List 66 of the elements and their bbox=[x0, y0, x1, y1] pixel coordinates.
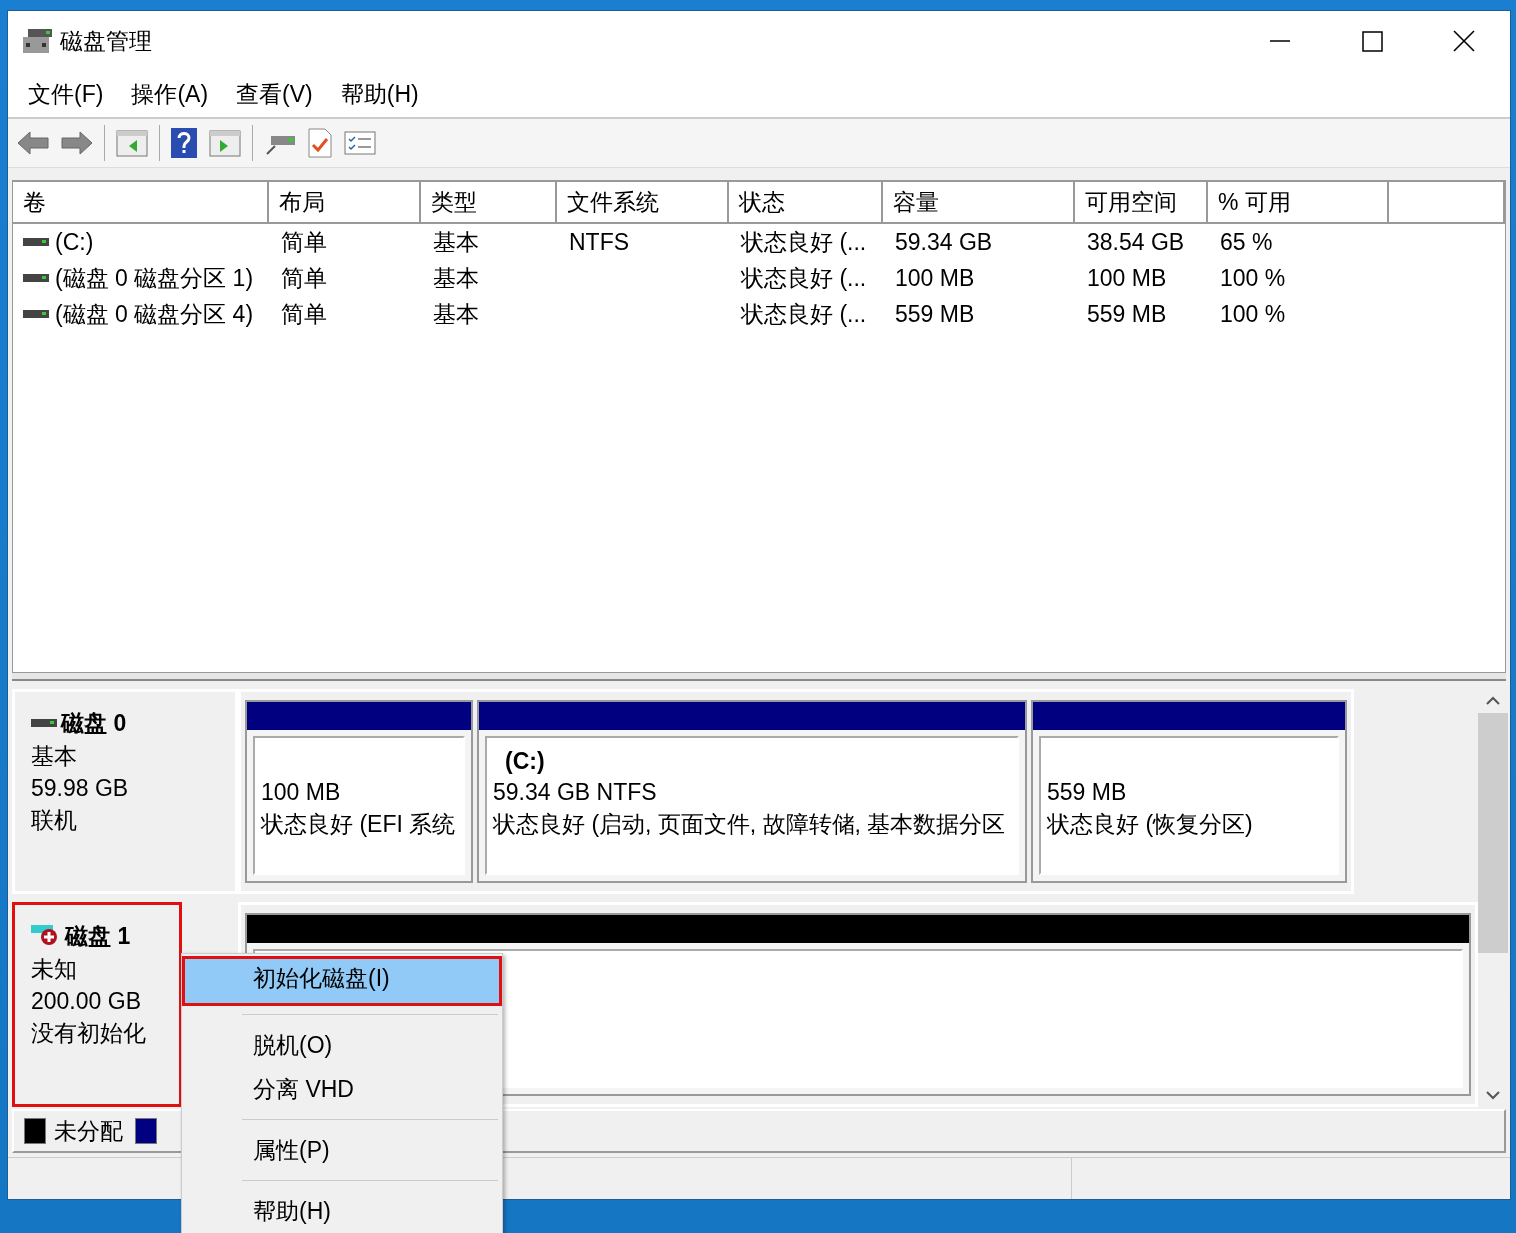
panel-icon[interactable] bbox=[208, 128, 242, 158]
table-cell-text: 简单 bbox=[281, 299, 327, 329]
disk-name: 磁盘 0 bbox=[61, 708, 127, 738]
partition-status: 状态良好 (EFI 系统 bbox=[261, 810, 457, 839]
panel-icon[interactable] bbox=[115, 128, 149, 158]
window-title: 磁盘管理 bbox=[60, 26, 152, 56]
back-arrow-icon[interactable] bbox=[16, 128, 50, 158]
disk-info-panel[interactable]: 磁盘 1 未知 200.00 GB 没有初始化 bbox=[12, 902, 182, 1107]
disk-type: 未知 bbox=[31, 955, 78, 984]
drive-icon bbox=[31, 717, 57, 729]
table-cell: 559 MB bbox=[1087, 300, 1167, 328]
table-cell-text: 基本 bbox=[433, 227, 479, 257]
menu-item[interactable]: 操作(A) bbox=[123, 78, 217, 110]
menu-item[interactable]: 帮助(H) bbox=[332, 78, 427, 110]
drive-icon bbox=[22, 28, 54, 54]
partition-size: 100 MB bbox=[261, 778, 342, 807]
table-cell: 38.54 GB bbox=[1087, 228, 1185, 256]
menu-item[interactable]: 文件(F) bbox=[20, 78, 112, 110]
menu-item[interactable]: 查看(V) bbox=[228, 78, 321, 110]
checked-document-icon[interactable] bbox=[307, 127, 333, 159]
table-cell: NTFS bbox=[569, 228, 630, 256]
partition-size: 559 MB bbox=[1047, 778, 1128, 807]
table-cell: 559 MB bbox=[895, 300, 975, 328]
checklist-icon[interactable] bbox=[343, 128, 377, 158]
context-menu-item[interactable]: 脱机(O) bbox=[185, 1023, 499, 1067]
table-cell: 65 % bbox=[1220, 228, 1273, 256]
table-cell: 100 % bbox=[1220, 300, 1286, 328]
pane-splitter[interactable] bbox=[12, 673, 1506, 681]
disk-info-panel[interactable]: 磁盘 0 基本 59.98 GB 联机 bbox=[12, 689, 238, 894]
drive-icon bbox=[23, 309, 49, 319]
table-cell: 59.34 GB bbox=[895, 228, 993, 256]
disk-status: 联机 bbox=[31, 806, 78, 835]
table-cell-text: 基本 bbox=[433, 263, 479, 293]
partition-label: (C:) bbox=[504, 747, 546, 776]
table-cell: 100 % bbox=[1220, 264, 1286, 292]
table-cell-text: 基本 bbox=[433, 299, 479, 329]
disk-type: 基本 bbox=[31, 742, 78, 771]
context-menu-item[interactable]: 帮助(H) bbox=[185, 1189, 499, 1233]
help-icon[interactable] bbox=[170, 127, 198, 159]
partition-status: 状态良好 (恢复分区) bbox=[1047, 810, 1254, 839]
table-cell-text: (磁盘 0 磁盘分区 1) bbox=[55, 263, 254, 293]
drive-icon bbox=[23, 237, 49, 247]
table-cell-text: 状态良好 (... bbox=[741, 263, 867, 293]
partition-size: 59.34 GB NTFS bbox=[493, 778, 658, 807]
table-cell: (C:) bbox=[55, 228, 94, 256]
partition-block[interactable]: (C:) 59.34 GB NTFS 状态良好 (启动, 页面文件, 故障转储, 基本数据分区 bbox=[477, 700, 1027, 883]
partition-block[interactable]: 559 MB 状态良好 (恢复分区) bbox=[1031, 700, 1347, 883]
context-menu-item[interactable]: 属性(P) bbox=[185, 1128, 499, 1172]
context-menu-item[interactable]: 初始化磁盘(I) bbox=[182, 956, 502, 1006]
table-cell-text: 简单 bbox=[281, 227, 327, 257]
table-cell-text: (磁盘 0 磁盘分区 4) bbox=[55, 299, 254, 329]
disk-status: 没有初始化 bbox=[31, 1019, 147, 1048]
context-menu-item[interactable]: 分离 VHD bbox=[185, 1067, 499, 1111]
table-cell-text: 状态良好 (... bbox=[741, 299, 867, 329]
drive-icon bbox=[23, 273, 49, 283]
table-cell: 100 MB bbox=[1087, 264, 1167, 292]
legend-label: 未分配 bbox=[54, 1116, 123, 1146]
table-cell-text: 简单 bbox=[281, 263, 327, 293]
partition-block[interactable]: 100 MB 状态良好 (EFI 系统 bbox=[245, 700, 473, 883]
forward-arrow-icon[interactable] bbox=[60, 128, 94, 158]
table-cell-text: 状态良好 (... bbox=[741, 227, 867, 257]
disk-size: 200.00 GB bbox=[31, 987, 142, 1016]
disk-name: 磁盘 1 bbox=[65, 921, 131, 951]
table-cell: 100 MB bbox=[895, 264, 975, 292]
disk-size: 59.98 GB bbox=[31, 774, 130, 803]
partition-status: 状态良好 (启动, 页面文件, 故障转储, 基本数据分区 bbox=[493, 810, 1007, 839]
